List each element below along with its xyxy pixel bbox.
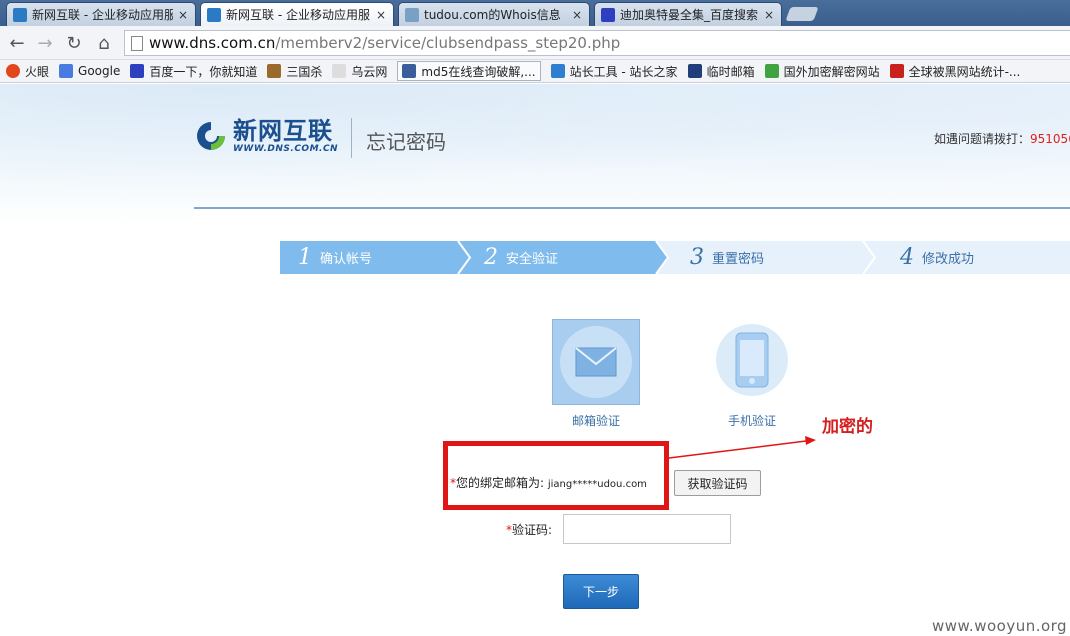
phone-verify-label[interactable]: 手机验证: [716, 412, 788, 429]
page-body: 新网互联 WWW.DNS.COM.CN 忘记密码 如遇问题请拨打：951056 …: [0, 84, 1070, 636]
tab-baidu[interactable]: 迪加奥特曼全集_百度搜索 ×: [594, 2, 782, 26]
tab-whois[interactable]: tudou.com的Whois信息 ×: [398, 2, 590, 26]
tab-strip: 新网互联 - 企业移动应用服 × 新网互联 - 企业移动应用服 × tudou.…: [0, 0, 1070, 26]
step-4: 4 修改成功: [900, 241, 974, 274]
bookmark-baidu[interactable]: 百度一下，你就知道: [130, 61, 257, 81]
bookmark-crypto[interactable]: 国外加密解密网站: [764, 61, 880, 81]
bound-email-value: jiang*****udou.com: [547, 479, 647, 490]
code-label: 验证码:: [512, 523, 553, 537]
code-label-row: *验证码:: [506, 521, 552, 538]
step-label: 安全验证: [506, 252, 559, 267]
bound-email-row: *您的绑定邮箱为: jiang*****udou.com: [450, 474, 647, 491]
annotation-text: 加密的: [822, 417, 873, 437]
md5-icon: [402, 64, 417, 78]
url-path: /memberv2/service/clubsendpass_step20.ph…: [275, 34, 621, 52]
next-step-button[interactable]: 下一步: [563, 574, 639, 609]
watermark: www.wooyun.org: [932, 617, 1068, 635]
bookmark-chinaz[interactable]: 站长工具 - 站长之家: [550, 61, 678, 81]
step-1: 1 确认帐号: [298, 241, 372, 274]
tab-dns-2[interactable]: 新网互联 - 企业移动应用服 ×: [200, 2, 394, 26]
step-label: 确认帐号: [320, 252, 373, 267]
temp-mail-icon: [687, 64, 702, 78]
bookmarks-bar: 火眼 Google 百度一下，你就知道 三国杀 乌云网 md5在线查询破解,..…: [0, 60, 1070, 83]
dns-favicon: [207, 7, 221, 22]
reload-button[interactable]: ↻: [62, 31, 86, 55]
email-verify-option[interactable]: [552, 319, 640, 405]
tab-dns-1[interactable]: 新网互联 - 企业移动应用服 ×: [6, 2, 196, 26]
verification-code-input[interactable]: [563, 514, 731, 544]
page-icon: [131, 36, 143, 51]
browser-toolbar: ← → ↻ ⌂ www.dns.com.cn/memberv2/service/…: [0, 26, 1070, 60]
close-icon[interactable]: ×: [177, 8, 189, 22]
phone-verify-option[interactable]: [716, 324, 788, 396]
step-3: 3 重置密码: [690, 241, 764, 274]
dns-favicon: [13, 7, 27, 22]
fire-eye-icon: [6, 64, 20, 78]
tab-title: 新网互联 - 企业移动应用服: [226, 8, 370, 22]
bookmark-md5[interactable]: md5在线查询破解,...: [397, 61, 541, 81]
close-icon[interactable]: ×: [571, 8, 583, 22]
step-label: 重置密码: [712, 252, 765, 267]
url-host: www.dns.com.cn: [149, 34, 276, 52]
mobile-phone-icon: [735, 332, 769, 388]
whois-favicon: [405, 7, 419, 22]
tab-title: 迪加奥特曼全集_百度搜索: [620, 8, 759, 22]
step-label: 修改成功: [922, 252, 975, 267]
envelope-icon: [575, 347, 617, 377]
email-verify-label[interactable]: 邮箱验证: [552, 412, 640, 429]
step-number: 4: [900, 245, 914, 270]
new-tab-button[interactable]: [785, 7, 819, 21]
step-number: 3: [690, 245, 704, 270]
baidu-favicon: [601, 7, 615, 22]
get-code-button[interactable]: 获取验证码: [674, 470, 761, 496]
bookmark-temp-mail[interactable]: 临时邮箱: [687, 61, 755, 81]
bookmark-google[interactable]: Google: [59, 61, 120, 81]
dragon-icon: [889, 64, 904, 78]
back-button[interactable]: ←: [5, 31, 29, 55]
hash-icon: [764, 64, 779, 78]
bookmark-sanguosha[interactable]: 三国杀: [267, 61, 322, 81]
bookmark-huoyan[interactable]: 火眼: [6, 61, 49, 81]
step-number: 1: [298, 245, 312, 270]
sanguosha-icon: [267, 64, 282, 78]
wooyun-icon: [332, 64, 347, 78]
tab-title: tudou.com的Whois信息: [424, 8, 561, 22]
step-3-bg: [656, 241, 875, 274]
tab-title: 新网互联 - 企业移动应用服: [32, 8, 173, 22]
step-2: 2 安全验证: [484, 241, 558, 274]
baidu-icon: [130, 64, 145, 78]
home-button[interactable]: ⌂: [92, 31, 116, 55]
google-icon: [59, 64, 74, 78]
forward-button[interactable]: →: [33, 31, 57, 55]
bound-email-label: 您的绑定邮箱为:: [456, 476, 545, 490]
bookmark-hacked-stats[interactable]: 全球被黑网站统计-...: [889, 61, 1020, 81]
bookmark-wooyun[interactable]: 乌云网: [332, 61, 387, 81]
step-number: 2: [484, 245, 498, 270]
close-icon[interactable]: ×: [375, 8, 387, 22]
step-progress: [280, 240, 1070, 275]
chinaz-icon: [550, 64, 565, 78]
address-bar[interactable]: www.dns.com.cn/memberv2/service/clubsend…: [124, 30, 1070, 56]
close-icon[interactable]: ×: [763, 8, 775, 22]
